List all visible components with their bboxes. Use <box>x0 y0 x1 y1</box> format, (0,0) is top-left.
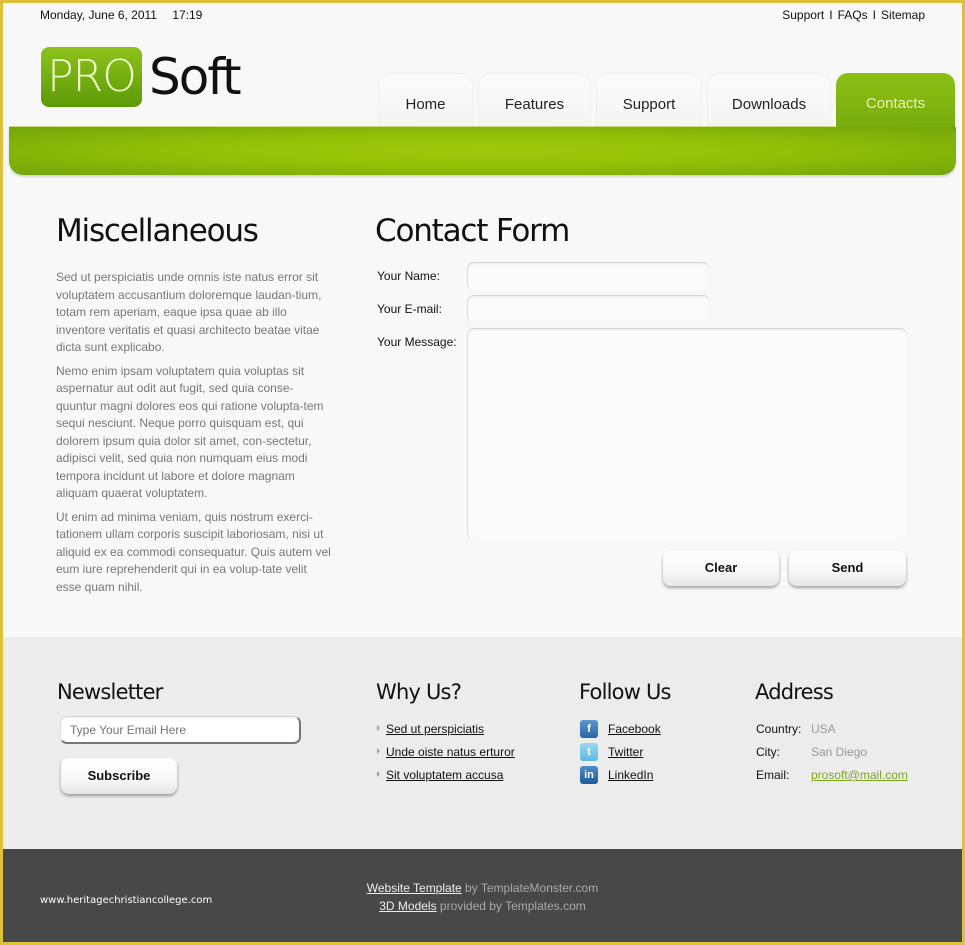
page: Monday, June 6, 2011 17:19 Support I FAQs I… <box>3 3 962 942</box>
misc-paragraph: Sed ut perspiciatis unde omnis iste natu… <box>56 270 322 354</box>
message-textarea[interactable] <box>467 328 907 541</box>
green-banner <box>9 127 956 175</box>
why-item[interactable]: Sit voluptatem accusa <box>386 768 503 782</box>
clear-button[interactable]: Clear <box>663 550 779 586</box>
facebook-link[interactable]: Facebook <box>608 722 661 736</box>
top-link-faqs[interactable]: FAQs <box>838 8 868 22</box>
twitter-icon[interactable]: t <box>580 743 598 761</box>
time: 17:19 <box>172 8 203 22</box>
why-item[interactable]: Unde oiste natus erturor <box>386 745 515 759</box>
tab-contacts[interactable]: Contacts <box>836 73 955 128</box>
contact-form: Contact Form <box>375 213 915 264</box>
newsletter-title: Newsletter <box>57 680 163 704</box>
tab-features[interactable]: Features <box>478 73 591 128</box>
logo[interactable]: PRO Soft <box>41 47 242 107</box>
country-label: Country: <box>756 722 802 736</box>
email-address-link[interactable]: prosoft@mail.com <box>811 768 908 782</box>
top-link-support[interactable]: Support <box>782 8 824 22</box>
tab-home[interactable]: Home <box>378 73 473 128</box>
top-bar: Monday, June 6, 2011 17:19 Support I FAQs I… <box>3 3 962 31</box>
misc-paragraph: Nemo enim ipsam voluptatem quia voluptas… <box>56 363 324 501</box>
why-title: Why Us? <box>376 680 462 704</box>
twitter-link[interactable]: Twitter <box>608 745 643 759</box>
credit-text: by TemplateMonster.com <box>461 881 599 895</box>
linkedin-icon[interactable]: in <box>580 766 598 784</box>
logo-badge: PRO <box>41 47 142 107</box>
misc-paragraph: Ut enim ad minima veniam, quis nostrum e… <box>56 509 331 594</box>
main-nav: Home Features Support Downloads Contacts <box>378 73 960 128</box>
footer-widgets: Newsletter Subscribe Why Us? Sed ut pers… <box>3 637 962 849</box>
credits: Website Template by TemplateMonster.com … <box>3 879 962 915</box>
bottom-footer: www.heritagechristiancollege.com Website… <box>3 849 962 942</box>
newsletter-email-input[interactable] <box>60 716 301 744</box>
name-label: Your Name: <box>377 269 440 283</box>
website-template-link[interactable]: Website Template <box>367 881 462 895</box>
email-label: Your E-mail: <box>377 302 442 316</box>
subscribe-button[interactable]: Subscribe <box>61 758 177 794</box>
address-title: Address <box>755 680 834 704</box>
bullet-icon <box>377 748 380 754</box>
misc-title: Miscellaneous <box>56 213 259 249</box>
3d-models-link[interactable]: 3D Models <box>379 899 436 913</box>
credit-text: provided by Templates.com <box>436 899 586 913</box>
top-link-sitemap[interactable]: Sitemap <box>881 8 925 22</box>
contact-title: Contact Form <box>375 213 570 249</box>
logo-text: Soft <box>149 48 242 106</box>
date: Monday, June 6, 2011 <box>40 8 157 22</box>
city-value: San Diego <box>811 745 868 759</box>
country-value: USA <box>811 722 836 736</box>
top-links: Support I FAQs I Sitemap <box>782 8 925 22</box>
linkedin-link[interactable]: LinkedIn <box>608 768 653 782</box>
separator: I <box>829 8 833 22</box>
tab-support[interactable]: Support <box>596 73 702 128</box>
name-input[interactable] <box>467 262 710 291</box>
separator: I <box>872 8 876 22</box>
date-time: Monday, June 6, 2011 17:19 <box>40 8 214 22</box>
bullet-icon <box>377 725 380 731</box>
email-address-label: Email: <box>756 768 790 782</box>
city-label: City: <box>756 745 780 759</box>
follow-title: Follow Us <box>579 680 671 704</box>
facebook-icon[interactable]: f <box>580 720 598 738</box>
message-label: Your Message: <box>377 335 457 349</box>
send-button[interactable]: Send <box>789 550 906 586</box>
misc-section: Miscellaneous Sed ut perspiciatis unde o… <box>56 213 331 602</box>
email-input[interactable] <box>467 295 710 324</box>
why-item[interactable]: Sed ut perspiciatis <box>386 722 484 736</box>
tab-downloads[interactable]: Downloads <box>707 73 831 128</box>
bullet-icon <box>377 771 380 777</box>
